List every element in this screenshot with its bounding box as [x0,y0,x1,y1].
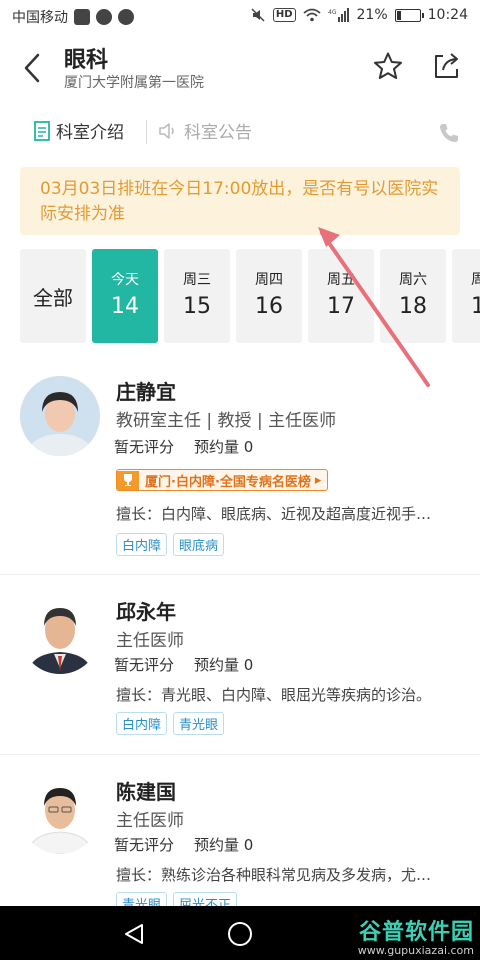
tab-department-intro[interactable]: 科室介绍 [34,118,124,143]
play-icon [74,9,90,25]
date-tab-day: 14 [111,294,139,319]
doctor-title: 主任医师 [116,631,184,651]
wifi-icon [302,8,321,22]
date-tab-wed[interactable]: 周三 15 [164,249,230,343]
date-tab-day: 16 [255,294,283,319]
divider [0,574,480,575]
tab-notice-label: 科室公告 [184,123,252,143]
mute-icon [251,8,265,22]
doctor-title: 主任医师 [116,811,184,831]
doctor-appointments: 预约量 0 [194,656,254,674]
doctor-tags: 白内障 青光眼 [116,712,225,735]
honor-text: 厦门·白内障·全国专病名医榜 [145,474,311,490]
date-tab-day: 15 [183,294,211,319]
date-tab-thu[interactable]: 周四 16 [236,249,302,343]
watermark-title: 谷普软件园 [358,920,474,945]
date-tab-dow: 周六 [399,272,427,288]
doctor-appointments: 预约量 0 [194,438,254,456]
doctor-specialty: 擅长：熟练诊治各种眼科常见病及多发病，尤… [116,866,432,884]
doctor-avatar [20,594,100,674]
date-tab-today[interactable]: 今天 14 [92,249,158,343]
department-info-tabs: 科室介绍 科室公告 [0,102,480,160]
call-button[interactable] [436,120,462,146]
document-icon [34,120,50,141]
page-title: 眼科 [64,48,109,73]
speaker-icon [159,122,174,139]
date-tab-day: 18 [399,294,427,319]
date-tab-dow: 周日 [471,272,480,288]
share-button[interactable] [428,48,464,84]
divider [0,754,480,755]
tag: 青光眼 [116,892,168,906]
date-tab-fri[interactable]: 周五 17 [308,249,374,343]
tab-divider [146,120,147,144]
watermark: 谷普软件园 www.gupuxiazai.com [358,914,474,957]
date-tab-day: 17 [327,294,355,319]
tab-department-notice[interactable]: 科室公告 [158,118,252,143]
honor-badge[interactable]: 厦门·白内障·全国专病名医榜 ▸ [116,469,329,491]
battery-icon [394,8,424,22]
watermark-url: www.gupuxiazai.com [357,944,474,957]
doctor-specialty: 擅长：青光眼、白内障、眼屈光等疾病的诊治。 [116,686,432,704]
date-tab-all[interactable]: 全部 [20,249,86,343]
wechat-icon [96,9,112,25]
signal-icon: 4G [328,8,349,22]
share-icon [435,53,458,78]
doctor-card[interactable]: 邱永年 主任医师 暂无评分 预约量 0 擅长：青光眼、白内障、眼屈光等疾病的诊治… [0,578,480,754]
back-button[interactable] [16,50,48,86]
network-type: 4G [328,9,337,16]
doctor-title: 教研室主任 | 教授 | 主任医师 [116,411,337,431]
status-left: 中国移动 [12,7,134,27]
doctor-rating: 暂无评分 [114,836,175,854]
tag: 眼底病 [173,533,225,556]
tag: 白内障 [116,533,168,556]
schedule-notice: 03月03日排班在今日17:00放出，是否有号以医院实际安排为准 [20,167,460,235]
nav-home-button[interactable] [228,922,252,946]
tag: 白内障 [116,712,168,735]
doctor-stats: 暂无评分 预约量 0 [114,654,253,675]
tag: 青光眼 [173,712,225,735]
carrier-label: 中国移动 [12,10,68,26]
clock: 10:24 [427,7,468,23]
message-icon [118,9,134,25]
trophy-icon [117,470,139,490]
doctor-stats: 暂无评分 预约量 0 [114,436,253,457]
status-bar: 中国移动 HD 4G 21% 10:24 [0,0,480,34]
doctor-tags: 白内障 眼底病 [116,533,225,556]
hd-icon: HD [272,8,296,22]
date-tab-dow: 周三 [183,272,211,288]
favorite-button[interactable] [370,48,406,84]
doctor-card[interactable]: 陈建国 主任医师 暂无评分 预约量 0 擅长：熟练诊治各种眼科常见病及多发病，尤… [0,758,480,906]
doctor-avatar [20,774,100,854]
status-right: HD 4G 21% 10:24 [250,7,468,23]
doctor-name: 庄静宜 [116,380,176,404]
date-tab-sat[interactable]: 周六 18 [380,249,446,343]
doctor-appointments: 预约量 0 [194,836,254,854]
doctor-rating: 暂无评分 [114,656,175,674]
date-tab-dow: 周四 [255,272,283,288]
date-tab-dow: 周五 [327,272,355,288]
caret-right-icon: ▸ [314,472,322,488]
doctor-name: 邱永年 [116,600,176,624]
date-tab-sun[interactable]: 周日 19 [452,249,480,343]
star-icon [374,52,402,79]
doctor-tags: 青光眼 屈光不正 [116,892,238,906]
date-selector: 全部 今天 14 周三 15 周四 16 周五 17 周六 18 周日 19 [20,249,480,343]
app-header: 眼科 厦门大学附属第一医院 [0,34,480,102]
doctor-rating: 暂无评分 [114,438,175,456]
nav-back-button[interactable] [122,922,146,946]
doctor-avatar [20,376,100,456]
doctor-name: 陈建国 [116,780,176,804]
tab-intro-label: 科室介绍 [56,123,124,143]
date-tab-day: 19 [471,294,480,319]
tag: 屈光不正 [173,892,238,906]
doctor-stats: 暂无评分 预约量 0 [114,834,253,855]
battery-percent: 21% [356,7,388,23]
doctor-card[interactable]: 庄静宜 教研室主任 | 教授 | 主任医师 暂无评分 预约量 0 厦门·白内障·… [0,360,480,572]
chevron-left-icon [24,53,40,83]
doctor-specialty: 擅长：白内障、眼底病、近视及超高度近视手… [116,505,432,523]
date-tab-dow: 今天 [111,272,139,288]
hospital-name: 厦门大学附属第一医院 [64,75,204,91]
phone-icon [440,124,458,142]
